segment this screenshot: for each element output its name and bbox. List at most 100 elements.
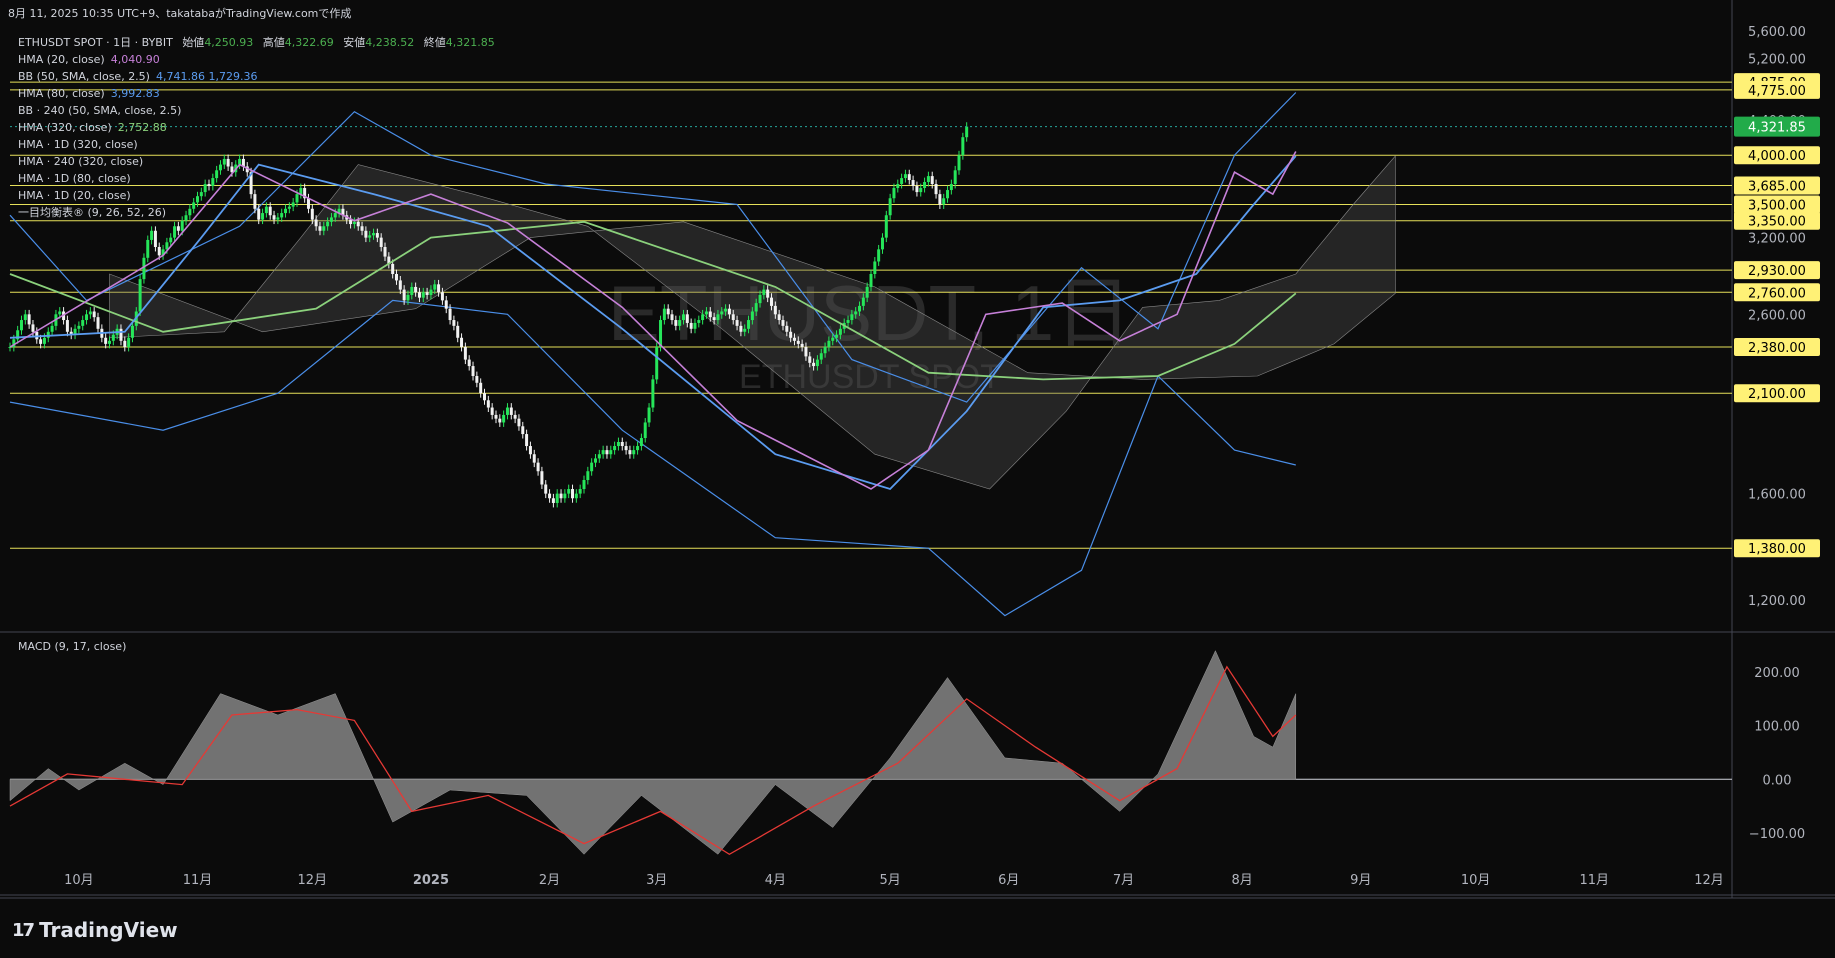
candle-body [352, 221, 356, 225]
x-tick: 5月 [879, 873, 900, 888]
legend-row-4[interactable]: HMA (320, close) 2,752.88 [18, 119, 495, 136]
candle-body [854, 311, 858, 315]
tradingview-name: TradingView [39, 918, 178, 942]
candle-body [609, 450, 613, 455]
candle-body [502, 414, 506, 423]
legend-row-label: HMA (80, close) [18, 87, 105, 100]
candle-body [46, 331, 50, 338]
candle-body [861, 297, 865, 306]
candle-body [590, 462, 594, 472]
candle-body [532, 454, 536, 463]
candle-body [831, 337, 835, 341]
candle-body [712, 317, 716, 321]
candle-body [896, 184, 900, 189]
legend-row-7[interactable]: HMA · 1D (80, close) [18, 170, 495, 187]
macd-tick: 100.00 [1754, 720, 1800, 735]
legend-row-value: 3,992.83 [110, 87, 160, 100]
candle-body [65, 320, 69, 332]
level-label: 2,380.00 [1748, 341, 1806, 356]
candle-body [697, 320, 701, 323]
candle-body [42, 337, 46, 344]
candle-body [368, 235, 372, 238]
candle-body [467, 359, 471, 367]
legend-row-3[interactable]: BB · 240 (50, SMA, close, 2.5) [18, 102, 495, 119]
candle-body [437, 284, 441, 293]
candle-body [517, 418, 521, 427]
candle-body [176, 226, 180, 231]
candle-body [704, 311, 708, 315]
candle-body [957, 155, 961, 171]
candle-body [421, 292, 425, 298]
candle-body [394, 273, 398, 281]
candle-body [521, 426, 525, 435]
candle-body [938, 194, 942, 205]
candle-body [107, 340, 111, 344]
high-value: 4,322.69 [284, 36, 334, 49]
candle-body [766, 289, 770, 298]
candle-body [873, 261, 877, 274]
price-tick: 2,600.00 [1748, 308, 1806, 323]
candle-body [632, 450, 636, 455]
candle-body [815, 359, 819, 367]
candle-body [27, 314, 31, 325]
candle-body [165, 242, 169, 250]
level-label: 2,760.00 [1748, 286, 1806, 301]
candle-body [127, 337, 131, 347]
x-tick: 11月 [183, 873, 213, 888]
candle-body [433, 284, 437, 290]
macd-legend[interactable]: MACD (9, 17, close) [18, 640, 126, 653]
legend-row-1[interactable]: BB (50, SMA, close, 2.5) 4,741.86 1,729.3… [18, 68, 495, 85]
candle-body [460, 337, 464, 347]
candle-body [383, 246, 387, 257]
candle-body [942, 198, 946, 205]
legend-row-label: BB · 240 (50, SMA, close, 2.5) [18, 104, 182, 117]
candle-body [792, 337, 796, 341]
x-tick: 8月 [1232, 873, 1253, 888]
candle-body [628, 450, 632, 455]
candle-body [643, 422, 647, 439]
candle-body [544, 484, 548, 494]
candle-body [965, 126, 969, 138]
candle-body [574, 493, 578, 499]
legend-row-5[interactable]: HMA · 1D (320, close) [18, 136, 495, 153]
legend-row-label: HMA · 1D (80, close) [18, 172, 131, 185]
legend-row-2[interactable]: HMA (80, close) 3,992.83 [18, 85, 495, 102]
candle-body [157, 246, 161, 256]
open-value: 4,250.93 [204, 36, 254, 49]
candle-body [326, 221, 330, 227]
legend-panel: ETHUSDT SPOT · 1日 · BYBIT 始値4,250.93 高値4… [18, 34, 495, 221]
legend-row-6[interactable]: HMA · 240 (320, close) [18, 153, 495, 170]
level-label: 4,000.00 [1748, 149, 1806, 164]
x-tick: 12月 [298, 873, 328, 888]
legend-row-0[interactable]: HMA (20, close) 4,040.90 [18, 51, 495, 68]
legend-row-8[interactable]: HMA · 1D (20, close) [18, 187, 495, 204]
candle-body [946, 190, 950, 199]
legend-row-9[interactable]: 一目均衡表® (9, 26, 52, 26) [18, 204, 495, 221]
candle-body [731, 314, 735, 321]
candle-body [180, 220, 184, 231]
candle-body [173, 226, 177, 238]
legend-main[interactable]: ETHUSDT SPOT · 1日 · BYBIT 始値4,250.93 高値4… [18, 34, 495, 51]
candle-body [593, 458, 597, 463]
candle-body [548, 493, 552, 499]
candle-body [823, 346, 827, 354]
tradingview-logo[interactable]: 17 TradingView [12, 918, 178, 942]
level-label: 1,380.00 [1748, 542, 1806, 557]
candle-body [379, 237, 383, 247]
candle-body [789, 331, 793, 338]
candle-body [674, 320, 678, 326]
candle-body [356, 221, 360, 227]
candle-body [391, 263, 395, 274]
candle-body [456, 325, 460, 338]
level-label: 3,350.00 [1748, 215, 1806, 230]
candle-body [119, 328, 123, 341]
candle-body [846, 320, 850, 323]
x-tick: 2025 [413, 873, 449, 888]
candle-body [123, 340, 127, 347]
candle-body [639, 438, 643, 447]
candle-body [681, 314, 685, 321]
candle-body [903, 174, 907, 179]
candle-body [31, 324, 35, 332]
level-label: 3,500.00 [1748, 199, 1806, 214]
candle-body [440, 292, 444, 301]
